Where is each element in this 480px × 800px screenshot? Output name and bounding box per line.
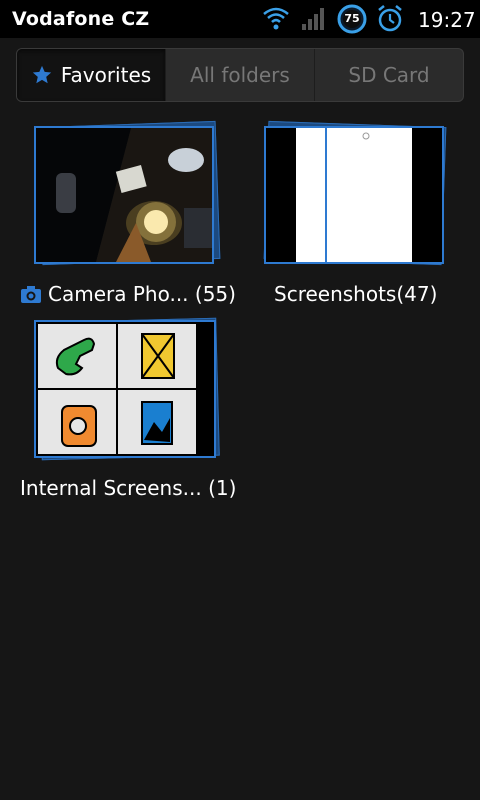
album-count: (47) xyxy=(396,282,438,306)
tab-label: All folders xyxy=(190,63,290,87)
tab-sd-card[interactable]: SD Card xyxy=(314,49,463,101)
star-icon xyxy=(31,64,53,86)
album-screenshots[interactable]: Screenshots (47) xyxy=(262,120,452,312)
status-bar: Vodafone CZ 75 19:27 xyxy=(0,0,480,38)
alarm-icon xyxy=(378,5,402,32)
wifi-icon xyxy=(263,7,289,30)
tab-all-folders[interactable]: All folders xyxy=(165,49,314,101)
album-camera-photos[interactable]: Camera Pho... (55) xyxy=(20,120,236,312)
album-name: Camera Pho... xyxy=(48,282,189,306)
album-count: (1) xyxy=(208,476,237,500)
album-thumbnail-stack xyxy=(34,317,220,464)
clock: 19:27 xyxy=(418,8,476,32)
album-label: Screenshots (47) xyxy=(274,282,437,306)
album-name: Screenshots xyxy=(274,282,397,306)
album-thumbnail xyxy=(34,126,214,264)
album-count: (55) xyxy=(194,282,236,306)
tab-label: SD Card xyxy=(348,63,430,87)
album-thumbnail xyxy=(34,320,216,458)
battery-level: 75 xyxy=(344,12,360,25)
album-name: Internal Screens... xyxy=(20,476,202,500)
album-thumbnail-stack xyxy=(34,120,221,268)
album-thumbnail xyxy=(264,126,444,264)
album-internal-screenshots[interactable]: Internal Screens... (1) xyxy=(20,317,250,508)
album-label: Camera Pho... (55) xyxy=(20,282,236,306)
album-thumbnail-stack xyxy=(262,120,447,268)
tab-bar: Favorites All folders SD Card xyxy=(16,48,464,102)
signal-icon xyxy=(302,8,324,30)
carrier-name: Vodafone CZ xyxy=(12,8,150,30)
album-label: Internal Screens... (1) xyxy=(20,476,236,500)
tab-label: Favorites xyxy=(60,63,152,87)
tab-favorites[interactable]: Favorites xyxy=(17,49,165,101)
camera-icon xyxy=(20,284,42,304)
